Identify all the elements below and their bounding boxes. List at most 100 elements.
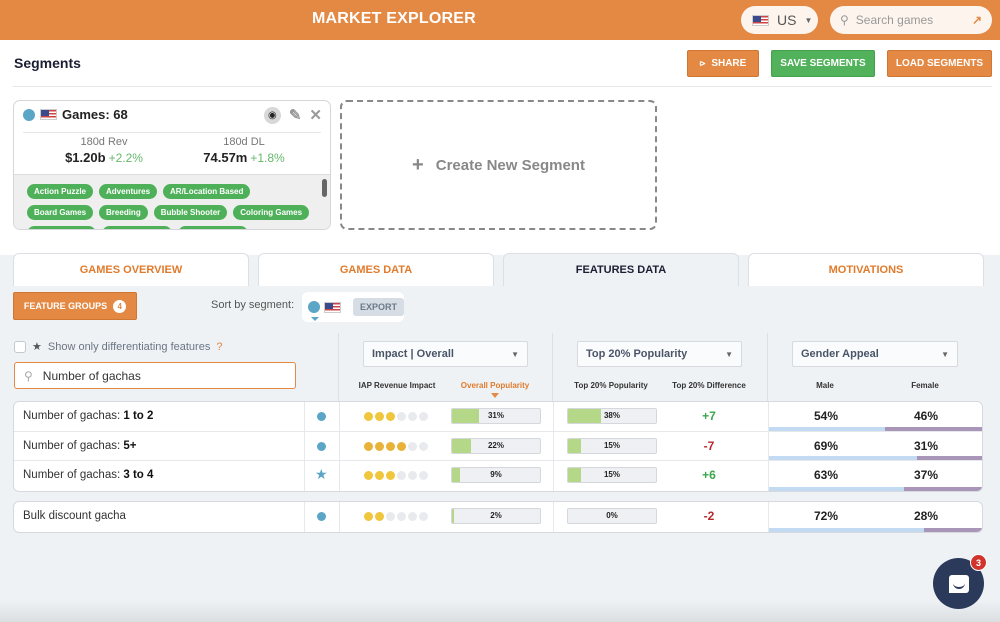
save-segments-button[interactable]: SAVE SEGMENTS bbox=[771, 50, 875, 77]
genre-tag[interactable]: Customization bbox=[27, 226, 97, 229]
impact-dot bbox=[397, 471, 406, 480]
tab-motivations[interactable]: MOTIVATIONS bbox=[748, 253, 984, 286]
caret-down-icon: ▼ bbox=[941, 349, 949, 359]
gender-appeal: 54% 46% bbox=[769, 402, 982, 431]
male-value: 69% bbox=[814, 438, 839, 453]
cell-divider bbox=[553, 502, 554, 532]
col-male[interactable]: Male bbox=[790, 381, 860, 390]
overall-popularity-bar: 31% bbox=[451, 408, 541, 424]
overall-popularity-value: 22% bbox=[487, 440, 504, 450]
column-divider bbox=[338, 333, 339, 401]
dl-metric: 180d DL 74.57m +1.8% bbox=[174, 136, 314, 165]
overall-popularity-bar: 2% bbox=[451, 508, 541, 524]
female-value: 46% bbox=[914, 409, 939, 423]
female-value: 28% bbox=[914, 509, 939, 523]
feature-groups-button[interactable]: FEATURE GROUPS 4 bbox=[13, 292, 137, 320]
genre-tag[interactable]: Bubble Shooter bbox=[153, 205, 228, 220]
impact-dropdown[interactable]: Impact | Overall ▼ bbox=[363, 341, 528, 367]
rev-change: +2.2% bbox=[108, 151, 143, 165]
edit-icon[interactable]: ✎ bbox=[289, 106, 302, 124]
genre-tag-hidden[interactable] bbox=[102, 226, 173, 229]
male-value: 72% bbox=[814, 509, 839, 523]
impact-dot bbox=[408, 441, 417, 451]
overall-popularity-bar: 9% bbox=[451, 467, 541, 483]
gender-bar bbox=[769, 426, 982, 431]
feature-prefix: Number of gachas: bbox=[23, 469, 124, 481]
close-icon[interactable]: ✕ bbox=[309, 106, 322, 124]
segment-card: Games: 68 ◉ ✎ ✕ 180d Rev $1.20b +2.2% 180… bbox=[13, 100, 331, 230]
gender-appeal: 69% 31% bbox=[769, 432, 982, 460]
rev-label: 180d Rev bbox=[80, 136, 128, 148]
genre-tag[interactable]: AR/Location Based bbox=[163, 184, 251, 199]
table-row[interactable]: Number of gachas: 1 to 2 31% 38% +7 54% 46% bbox=[14, 402, 982, 432]
popularity-dropdown[interactable]: Top 20% Popularity ▼ bbox=[577, 341, 742, 367]
tab-games-data[interactable]: GAMES DATA bbox=[258, 253, 494, 286]
star-icon: ★ bbox=[32, 341, 42, 353]
genre-tag-hidden[interactable] bbox=[178, 226, 249, 229]
impact-dot bbox=[364, 471, 373, 480]
gender-dropdown-label: Gender Appeal bbox=[801, 348, 879, 360]
col-top20-popularity[interactable]: Top 20% Popularity bbox=[566, 381, 656, 390]
genre-tag[interactable]: Breeding bbox=[99, 205, 148, 220]
us-flag-icon bbox=[324, 301, 341, 313]
feature-value: 5+ bbox=[123, 439, 137, 452]
feature-value: 1 to 2 bbox=[123, 410, 154, 422]
share-button[interactable]: ⪧ SHARE bbox=[687, 50, 759, 77]
help-icon[interactable]: ? bbox=[216, 341, 222, 353]
sort-segment-selector: EXPORT bbox=[302, 292, 404, 322]
table-row[interactable]: Bulk discount gacha 2% 0% -2 72% 28% bbox=[14, 502, 982, 532]
search-icon: ⚲ bbox=[840, 13, 849, 27]
load-segments-button[interactable]: LOAD SEGMENTS bbox=[887, 50, 992, 77]
table-row[interactable]: Number of gachas: 3 to 4 ★ 9% 15% +6 63% 37% bbox=[14, 461, 982, 491]
popularity-dropdown-label: Top 20% Popularity bbox=[586, 348, 688, 360]
table-row[interactable]: Number of gachas: 5+ 22% 15% -7 69% 31% bbox=[14, 431, 982, 461]
caret-down-icon: ▼ bbox=[725, 349, 733, 359]
differentiating-checkbox[interactable] bbox=[14, 340, 26, 353]
export-button[interactable]: EXPORT bbox=[352, 298, 404, 316]
feature-value: 3 to 4 bbox=[123, 469, 154, 481]
genre-tag[interactable]: Coloring Games bbox=[233, 205, 310, 220]
impact-dot bbox=[364, 412, 373, 421]
external-link-icon[interactable]: ↗ bbox=[972, 13, 982, 27]
top20-difference: +6 bbox=[702, 468, 716, 482]
col-female[interactable]: Female bbox=[890, 381, 960, 390]
us-flag-icon bbox=[752, 14, 769, 26]
genre-tag[interactable]: Action Puzzle bbox=[27, 184, 94, 199]
top20-popularity-value: 15% bbox=[603, 470, 620, 479]
cell-divider bbox=[339, 461, 340, 491]
col-overall-popularity-label: Overall Popularity bbox=[460, 381, 530, 390]
top20-popularity-bar: 0% bbox=[567, 508, 657, 524]
genre-tag[interactable]: Adventures bbox=[99, 184, 158, 199]
male-value: 54% bbox=[814, 409, 839, 423]
search-games-input[interactable]: ⚲ Search games ↗ bbox=[830, 6, 992, 34]
tags-scrollbar[interactable] bbox=[322, 179, 327, 197]
chat-launcher[interactable]: 3 bbox=[933, 554, 987, 609]
feature-filter-field[interactable] bbox=[42, 368, 273, 383]
chat-unread-badge: 3 bbox=[970, 554, 987, 571]
country-selector[interactable]: US ▼ bbox=[741, 6, 818, 34]
share-label: SHARE bbox=[711, 58, 747, 69]
eye-icon[interactable]: ◉ bbox=[263, 106, 281, 124]
genre-tag[interactable]: Board Games bbox=[27, 205, 94, 220]
tab-features-data[interactable]: FEATURES DATA bbox=[503, 253, 739, 286]
overall-popularity-value: 9% bbox=[490, 470, 502, 479]
segment-dot-icon bbox=[317, 441, 326, 451]
col-overall-popularity[interactable]: Overall Popularity bbox=[450, 381, 540, 398]
top20-difference: +7 bbox=[702, 409, 716, 423]
cell-divider bbox=[553, 431, 554, 460]
impact-dot bbox=[408, 412, 417, 421]
create-label: Create New Segment bbox=[435, 156, 585, 174]
gender-dropdown[interactable]: Gender Appeal ▼ bbox=[792, 341, 958, 367]
feature-name: Bulk discount gacha bbox=[23, 510, 126, 522]
impact-dot bbox=[419, 412, 428, 421]
col-iap-revenue-impact[interactable]: IAP Revenue Impact bbox=[352, 381, 442, 390]
impact-dot bbox=[408, 471, 417, 480]
feature-prefix: Bulk discount gacha bbox=[23, 510, 126, 522]
create-new-segment-button[interactable]: + Create New Segment bbox=[340, 100, 657, 230]
tab-games-overview[interactable]: GAMES OVERVIEW bbox=[13, 253, 249, 286]
col-top20-difference[interactable]: Top 20% Difference bbox=[664, 381, 754, 390]
feature-filter-input[interactable]: ⚲ bbox=[14, 362, 296, 389]
segment-sort-dot[interactable] bbox=[308, 301, 320, 313]
sort-desc-icon bbox=[491, 393, 499, 398]
feature-groups-label: FEATURE GROUPS bbox=[23, 301, 108, 311]
